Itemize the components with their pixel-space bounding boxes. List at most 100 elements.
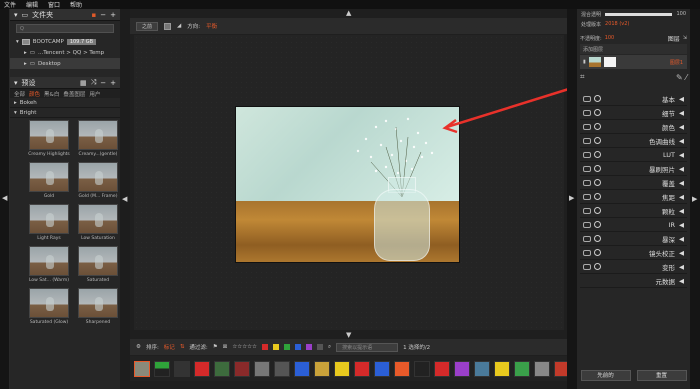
toggle-switch[interactable] bbox=[583, 249, 591, 256]
film-thumb[interactable] bbox=[274, 360, 290, 377]
toggle-switch[interactable] bbox=[583, 263, 591, 270]
chevron-left-icon[interactable]: ◀ bbox=[679, 151, 684, 159]
tree-item-drive[interactable]: ▾ BOOTCAMP 109.7 GB bbox=[10, 36, 120, 47]
menu-file[interactable]: 文件 bbox=[4, 0, 16, 9]
reset-icon[interactable] bbox=[594, 109, 601, 116]
shuffle-icon[interactable]: ⤨ bbox=[91, 78, 97, 87]
adj-color[interactable]: 颜色 ◀ bbox=[580, 120, 687, 134]
tab-all[interactable]: 全部 bbox=[14, 90, 25, 98]
sort-select[interactable]: 标记 bbox=[164, 343, 175, 351]
toggle-switch[interactable] bbox=[583, 221, 591, 228]
preset-item[interactable]: Gold bbox=[27, 162, 71, 202]
chevron-left-icon[interactable]: ◀ bbox=[679, 249, 684, 257]
left-splitter[interactable]: ◀ bbox=[120, 9, 130, 389]
toggle-switch[interactable] bbox=[583, 165, 591, 172]
preset-item[interactable]: Low Sat... (Warm) bbox=[27, 246, 71, 286]
grid-view-icon[interactable]: ▦ bbox=[80, 79, 87, 87]
right-collapse-strip[interactable]: ▶ bbox=[567, 9, 577, 389]
pin-icon[interactable]: ▪ bbox=[92, 11, 97, 19]
folders-search-input[interactable]: Q bbox=[16, 24, 114, 33]
chevron-right-icon[interactable]: ▸ bbox=[14, 100, 17, 106]
preset-thumbnail[interactable] bbox=[78, 120, 118, 150]
pencil-icon[interactable]: ✎ bbox=[676, 73, 683, 82]
toggle-switch[interactable] bbox=[583, 235, 591, 242]
chevron-left-icon[interactable]: ◀ bbox=[679, 235, 684, 243]
collapse-right-icon[interactable]: ▶ bbox=[569, 194, 574, 202]
brush-tool-icon[interactable]: ⁄ bbox=[686, 73, 687, 82]
reset-icon[interactable] bbox=[594, 179, 601, 186]
color-chip-red[interactable] bbox=[261, 344, 268, 350]
section-bright[interactable]: ▾ Bright bbox=[10, 108, 120, 118]
chevron-left-icon[interactable]: ◀ bbox=[679, 193, 684, 201]
visibility-icon[interactable]: ▮ bbox=[583, 59, 586, 65]
menu-edit[interactable]: 编辑 bbox=[26, 0, 38, 9]
preset-thumbnail[interactable] bbox=[78, 288, 118, 318]
film-thumb[interactable] bbox=[194, 360, 210, 377]
flag-icon[interactable]: ⚑ bbox=[213, 344, 218, 350]
film-thumb[interactable] bbox=[154, 360, 170, 377]
plus-icon[interactable]: + bbox=[110, 11, 116, 19]
reset-icon[interactable] bbox=[594, 221, 601, 228]
reset-icon[interactable] bbox=[594, 151, 601, 158]
crop-icon[interactable]: ⌗ bbox=[580, 72, 585, 82]
reset-icon[interactable] bbox=[594, 263, 601, 270]
chevron-left-icon[interactable]: ◀ bbox=[679, 165, 684, 173]
direction-select[interactable]: 平衡 bbox=[206, 22, 217, 30]
layer-name[interactable]: 图层1 bbox=[670, 59, 687, 66]
chevron-left-icon[interactable]: ◀ bbox=[679, 95, 684, 103]
color-chip-none[interactable] bbox=[316, 344, 323, 350]
preset-thumbnail[interactable] bbox=[78, 204, 118, 234]
adj-focus[interactable]: 焦距 ◀ bbox=[580, 190, 687, 204]
collapse-top-icon[interactable]: ▲ bbox=[346, 9, 351, 17]
search-icon[interactable]: ⌕ bbox=[328, 344, 331, 351]
section-bokeh[interactable]: ▸ Bokeh bbox=[10, 98, 120, 108]
adj-lens-correction[interactable]: 镜头校正 ◀ bbox=[580, 246, 687, 260]
collapse-left-icon[interactable]: ◀ bbox=[2, 194, 7, 202]
reset-icon[interactable] bbox=[594, 235, 601, 242]
film-thumb[interactable] bbox=[554, 360, 567, 377]
left-collapse-strip[interactable]: ◀ bbox=[0, 9, 10, 389]
previous-button[interactable]: 先前的 bbox=[580, 370, 631, 381]
reset-icon[interactable] bbox=[594, 137, 601, 144]
toggle-switch[interactable] bbox=[583, 193, 591, 200]
reset-icon[interactable] bbox=[594, 249, 601, 256]
preset-item[interactable]: Saturated bbox=[76, 246, 120, 286]
film-thumb[interactable] bbox=[434, 360, 450, 377]
before-button[interactable]: 之前 bbox=[136, 21, 159, 31]
film-thumb[interactable] bbox=[394, 360, 410, 377]
film-thumb[interactable] bbox=[354, 360, 370, 377]
menu-window[interactable]: 窗口 bbox=[48, 0, 60, 9]
blend-opacity-slider[interactable] bbox=[605, 12, 673, 16]
presets-header[interactable]: ▾ 预设 ▦ ⤨ − + bbox=[10, 77, 120, 89]
plus-icon[interactable]: + bbox=[110, 79, 116, 87]
adj-lut[interactable]: LUT ◀ bbox=[580, 148, 687, 162]
preset-thumbnail[interactable] bbox=[29, 120, 69, 150]
layer-mask-thumbnail[interactable] bbox=[603, 57, 616, 67]
sort-order-icon[interactable]: ⇅ bbox=[180, 344, 185, 350]
minus-icon[interactable]: − bbox=[100, 11, 106, 19]
layer-opacity-select[interactable]: 100 bbox=[605, 35, 615, 41]
tab-bw[interactable]: 黑&白 bbox=[44, 90, 59, 98]
flag-rejected-icon[interactable]: ⊠ bbox=[223, 344, 228, 350]
chevron-left-icon[interactable]: ◀ bbox=[679, 137, 684, 145]
reset-button[interactable]: 重置 bbox=[636, 370, 687, 381]
reset-icon[interactable] bbox=[594, 193, 601, 200]
layer-row[interactable]: ▮ 图层1 bbox=[580, 55, 687, 69]
adj-basic[interactable]: 基本 ◀ bbox=[580, 92, 687, 106]
adj-metadata[interactable]: 元数据 ◀ bbox=[580, 274, 687, 288]
collapse-far-right-icon[interactable]: ▶ bbox=[692, 195, 697, 203]
preset-thumbnail[interactable] bbox=[29, 246, 69, 276]
chevron-left-icon[interactable]: ◀ bbox=[679, 123, 684, 131]
color-chip-blue[interactable] bbox=[294, 344, 301, 350]
preset-thumbnail[interactable] bbox=[29, 162, 69, 192]
film-thumb[interactable] bbox=[254, 360, 270, 377]
toggle-switch[interactable] bbox=[583, 123, 591, 130]
film-thumb[interactable] bbox=[234, 360, 250, 377]
reset-icon[interactable] bbox=[594, 95, 601, 102]
chevron-left-icon[interactable]: ◀ bbox=[679, 221, 684, 229]
expand-icon[interactable]: ⇲ bbox=[683, 35, 687, 41]
brush-icon[interactable]: ◢ bbox=[177, 23, 181, 29]
chevron-left-icon[interactable]: ◀ bbox=[679, 109, 684, 117]
layers-tab[interactable]: 图层 bbox=[668, 34, 680, 43]
menu-help[interactable]: 帮助 bbox=[70, 0, 82, 9]
